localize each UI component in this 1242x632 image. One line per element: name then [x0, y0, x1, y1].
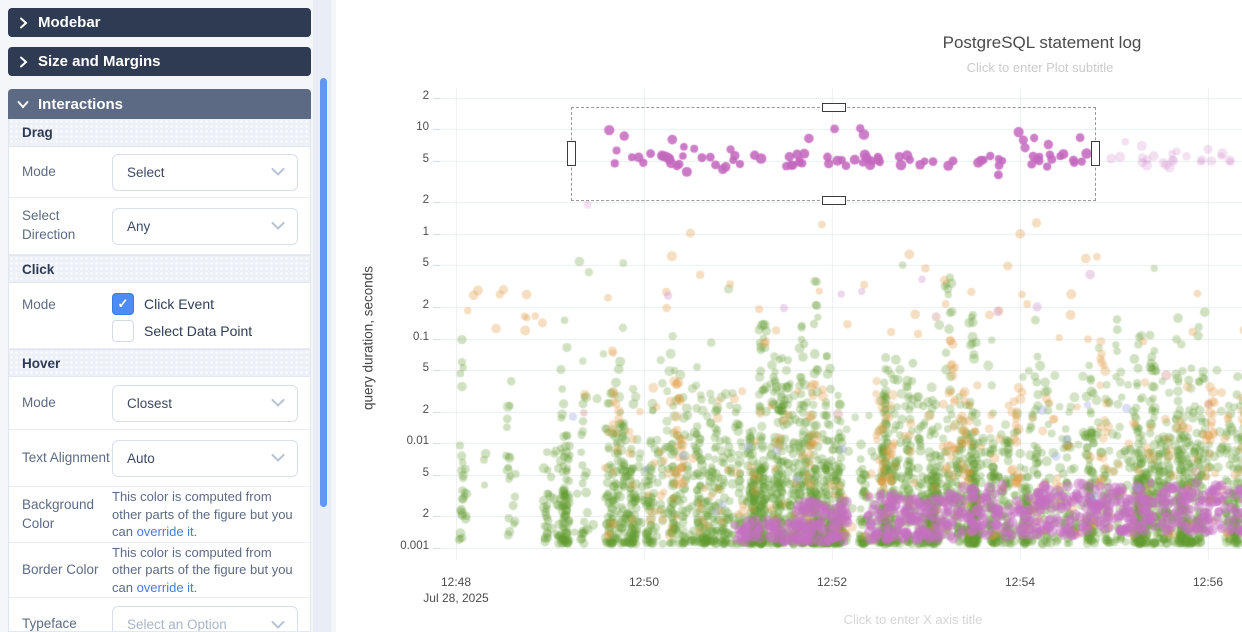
border-color-row: Border Color This color is computed from… [9, 543, 310, 598]
chevron-down-icon [271, 616, 285, 632]
chevron-down-icon [271, 217, 285, 235]
typeface-row: Typeface Select an Option [9, 598, 310, 630]
interactions-fold: Drag Mode Select Select Direction Any [8, 119, 311, 632]
select-data-point-checkbox[interactable] [112, 320, 134, 342]
plot-subtitle-placeholder[interactable]: Click to enter Plot subtitle [967, 60, 1114, 75]
section-hover-title: Hover [22, 356, 60, 371]
border-color-note: This color is computed from other parts … [112, 542, 298, 599]
text-alignment-value: Auto [127, 451, 271, 466]
panel-interactions-label: Interactions [38, 96, 123, 113]
panel-modebar[interactable]: Modebar [8, 8, 311, 37]
drag-mode-select[interactable]: Select [112, 154, 298, 191]
note-text: . [194, 524, 198, 539]
y-tick-label: 0.001 [359, 540, 429, 552]
sidebar-scrollbar-thumb[interactable] [320, 78, 327, 507]
background-color-row: Background Color This color is computed … [9, 487, 310, 543]
y-tick-label: 10 [359, 121, 429, 133]
selection-handle-top[interactable] [822, 103, 846, 112]
selection-box[interactable] [571, 107, 1096, 200]
drag-mode-row: Mode Select [9, 147, 310, 198]
text-alignment-label: Text Alignment [22, 449, 112, 468]
x-tick-label: 12:52 [792, 575, 872, 589]
typeface-label: Typeface [22, 606, 112, 632]
selection-handle-right[interactable] [1091, 141, 1100, 166]
note-text: . [194, 580, 198, 595]
select-direction-row: Select Direction Any [9, 198, 310, 255]
x-tick-label: 12:50 [604, 575, 684, 589]
y-tick-label: 0.1 [359, 331, 429, 343]
click-event-option[interactable]: ✓ Click Event [112, 293, 298, 315]
y-tick-label: 5 [359, 467, 429, 479]
check-icon: ✓ [118, 296, 129, 312]
section-click-title: Click [22, 262, 54, 277]
background-color-note: This color is computed from other parts … [112, 486, 298, 543]
selection-handle-bottom[interactable] [822, 196, 846, 205]
chevron-down-icon [271, 163, 285, 181]
section-drag: Drag [9, 119, 310, 147]
x-axis-title-placeholder[interactable]: Click to enter X axis title [844, 612, 983, 627]
x-tick-label: 12:56 [1168, 575, 1242, 589]
chevron-down-icon [271, 449, 285, 467]
border-color-label: Border Color [22, 561, 112, 580]
drag-mode-label: Mode [22, 163, 112, 182]
y-tick-label: 0.01 [359, 435, 429, 447]
chevron-down-icon [271, 394, 285, 412]
hover-mode-select[interactable]: Closest [112, 385, 298, 422]
y-tick-label: 2 [359, 194, 429, 206]
typeface-placeholder: Select an Option [127, 617, 271, 632]
typeface-select[interactable]: Select an Option [112, 606, 298, 632]
select-direction-value: Any [127, 219, 271, 234]
y-tick-label: 5 [359, 257, 429, 269]
text-alignment-row: Text Alignment Auto [9, 430, 310, 487]
select-data-point-option[interactable]: Select Data Point [112, 320, 298, 342]
background-color-label: Background Color [22, 496, 112, 534]
y-tick-label: 1 [359, 226, 429, 238]
text-alignment-select[interactable]: Auto [112, 440, 298, 477]
plot-title[interactable]: PostgreSQL statement log [943, 33, 1142, 53]
click-event-label: Click Event [144, 296, 214, 312]
hover-mode-label: Mode [22, 394, 112, 413]
drag-mode-value: Select [127, 165, 271, 180]
y-tick-label: 5 [359, 362, 429, 374]
y-tick-label: 5 [359, 153, 429, 165]
select-direction-label: Select Direction [22, 207, 112, 245]
section-drag-title: Drag [22, 125, 53, 140]
selection-handle-left[interactable] [567, 141, 576, 166]
panel-modebar-label: Modebar [38, 14, 101, 31]
x-tick-label: 12:48 [416, 575, 496, 589]
click-mode-label: Mode [22, 293, 112, 315]
panel-size-margins[interactable]: Size and Margins [8, 47, 311, 76]
hover-mode-row: Mode Closest [9, 377, 310, 430]
y-tick-label: 2 [359, 299, 429, 311]
x-tick-label: 12:54 [980, 575, 1060, 589]
y-tick-label: 2 [359, 508, 429, 520]
chevron-right-icon [8, 17, 38, 29]
y-tick-label: 2 [359, 404, 429, 416]
editor-sidebar: Modebar Size and Margins Interactions Dr… [0, 0, 336, 632]
chart-area: PostgreSQL statement log Click to enter … [336, 0, 1242, 632]
panel-interactions[interactable]: Interactions [8, 89, 311, 119]
panel-size-margins-label: Size and Margins [38, 53, 161, 70]
override-link[interactable]: override it [137, 580, 194, 595]
select-data-point-label: Select Data Point [144, 323, 252, 339]
hover-mode-value: Closest [127, 396, 271, 411]
click-mode-row: Mode ✓ Click Event Select Data Point [9, 283, 310, 349]
chevron-down-icon [8, 100, 38, 109]
click-event-checkbox[interactable]: ✓ [112, 293, 134, 315]
scatter-plot-canvas[interactable] [336, 0, 1242, 632]
chevron-right-icon [8, 56, 38, 68]
select-direction-select[interactable]: Any [112, 208, 298, 245]
override-link[interactable]: override it [137, 524, 194, 539]
section-click: Click [9, 255, 310, 283]
sidebar-scrollbar-track[interactable] [313, 0, 331, 632]
x-axis-date-label: Jul 28, 2025 [401, 591, 511, 605]
y-tick-label: 2 [359, 90, 429, 102]
section-hover: Hover [9, 349, 310, 377]
